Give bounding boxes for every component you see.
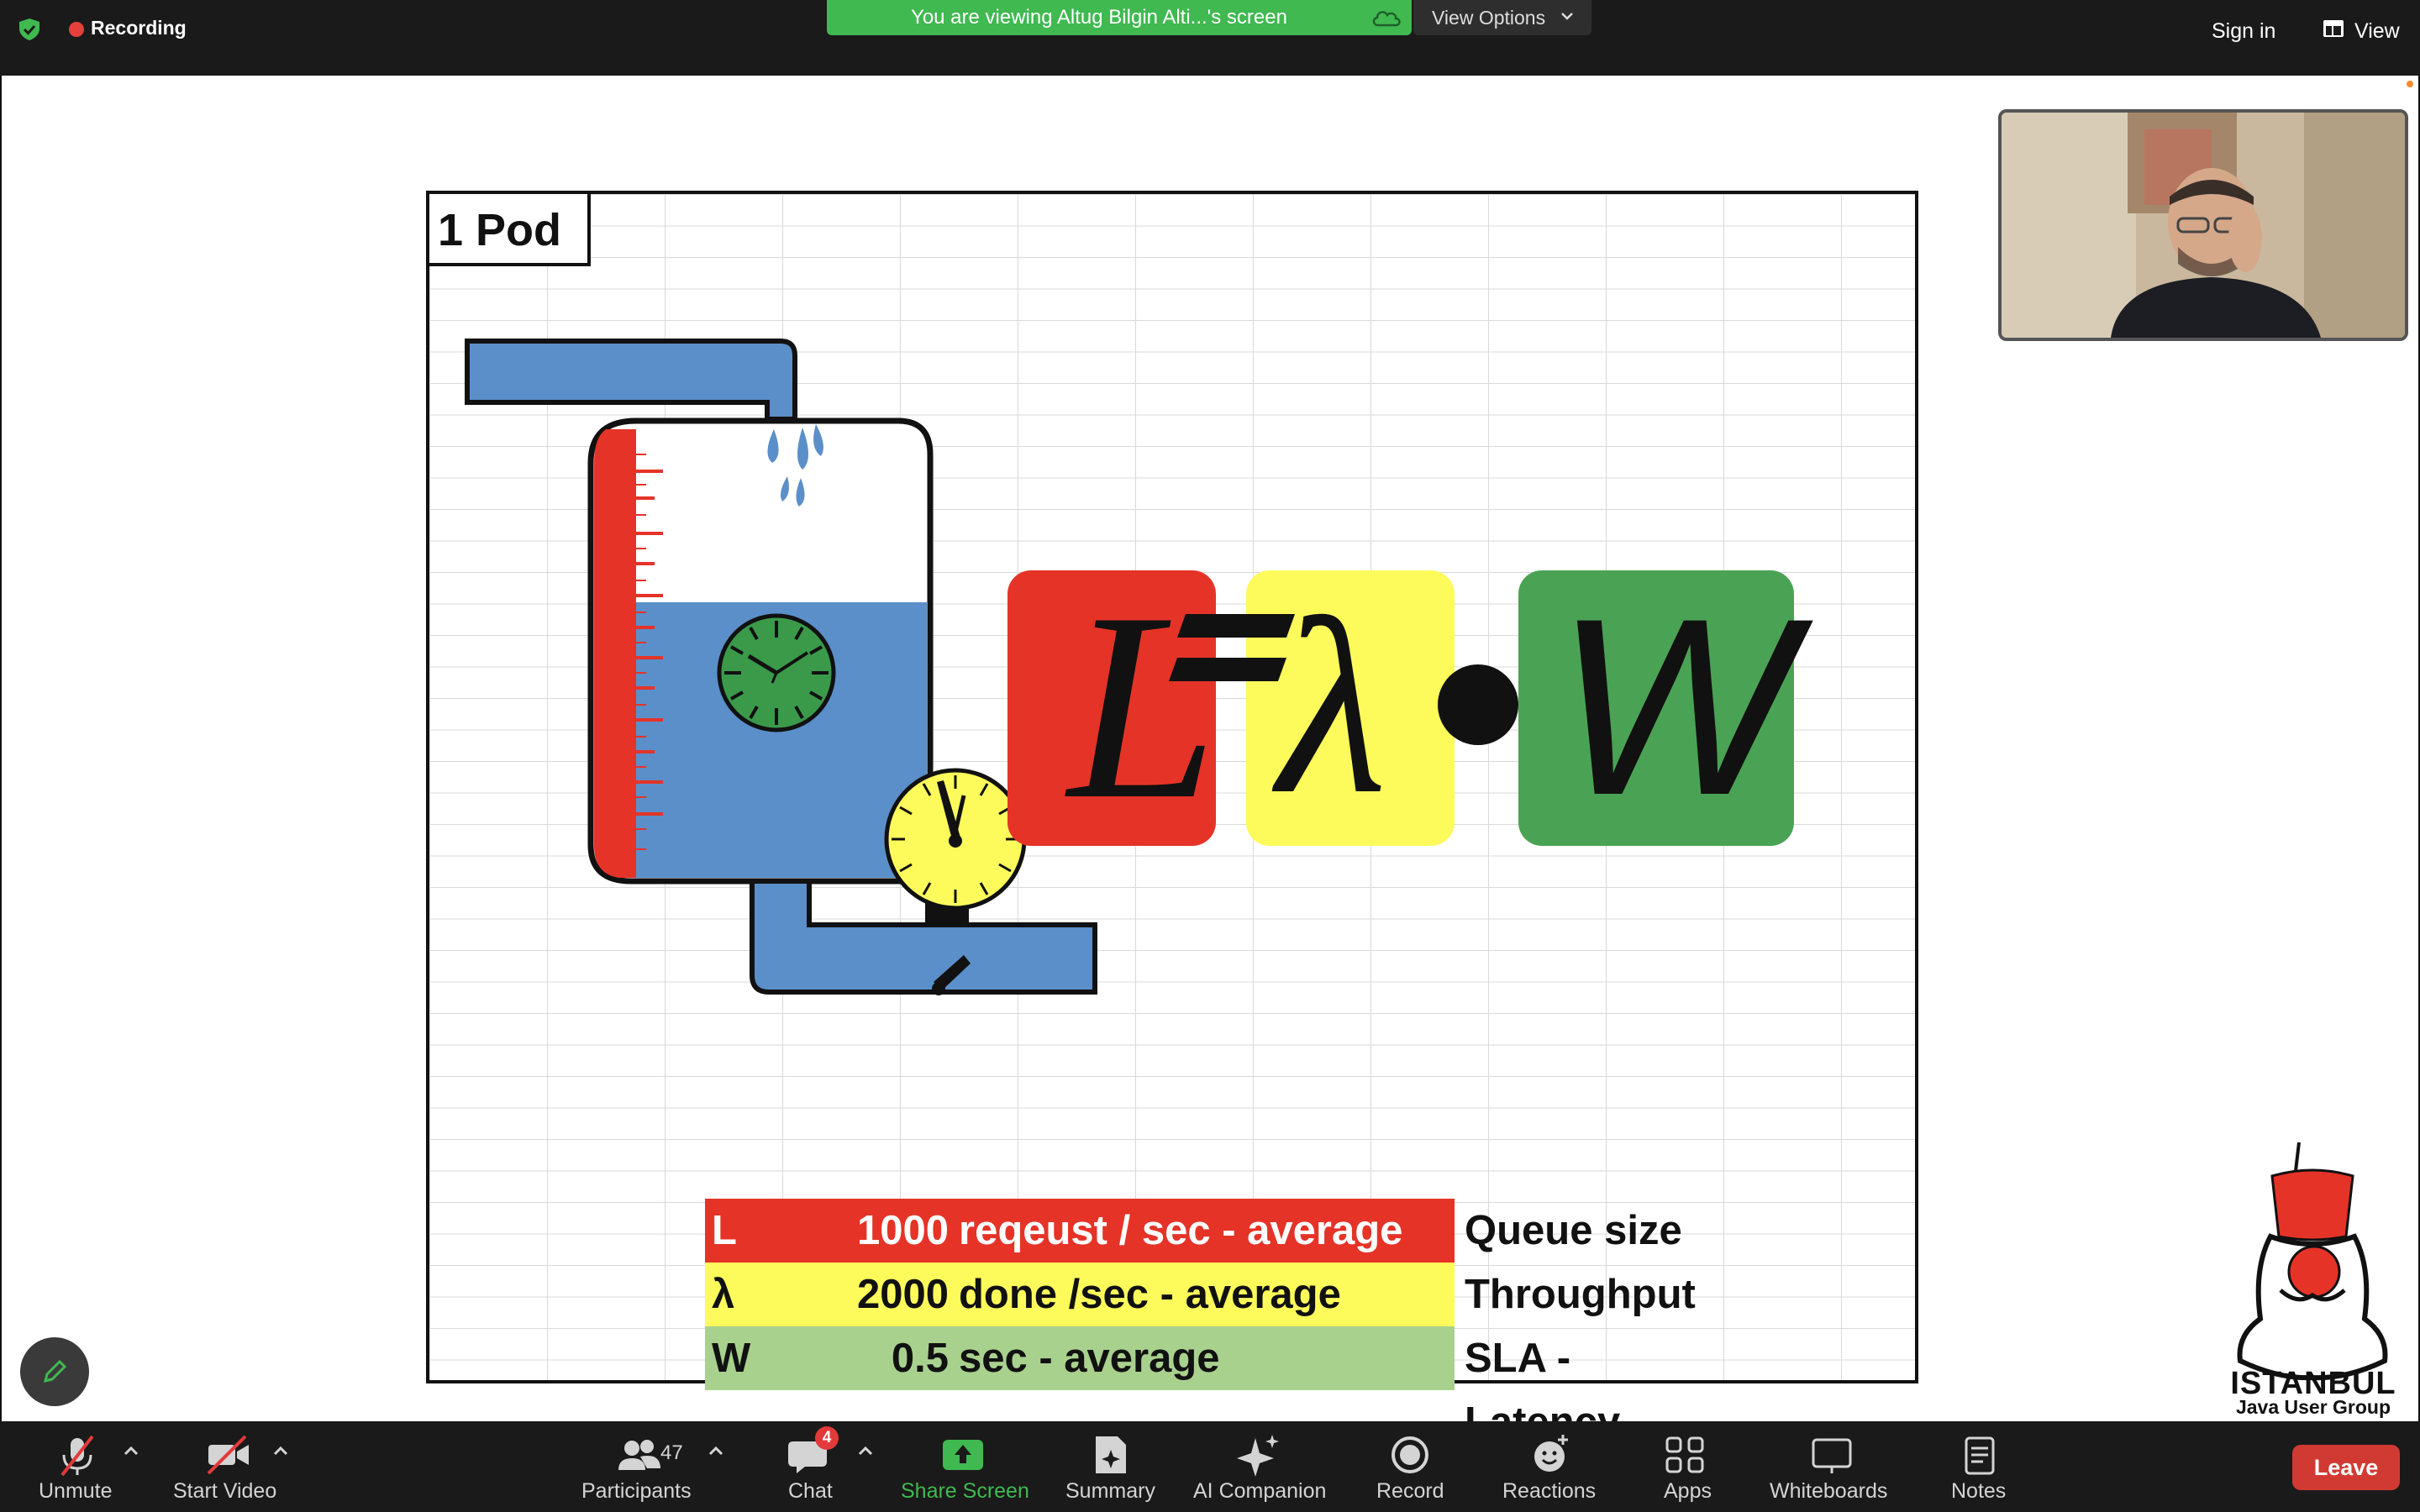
camera-indicator-dot: [2407, 81, 2413, 87]
view-options-button[interactable]: View Options: [1413, 0, 1591, 35]
legend-row-l: L 1000 reqeust / sec - average Queue siz…: [705, 1199, 1686, 1263]
legend-meaning: Queue size: [1465, 1208, 1682, 1253]
legend-number: 2000: [856, 1272, 949, 1317]
start-video-button[interactable]: Start Video: [168, 1421, 289, 1512]
start-video-label: Start Video: [173, 1479, 277, 1503]
summary-button[interactable]: Summary: [1062, 1421, 1158, 1512]
record-label: Record: [1376, 1479, 1444, 1503]
ai-companion-label: AI Companion: [1193, 1479, 1327, 1503]
shared-screen-area: 1 Pod L λ W L 1000 reqeust / sec - avera…: [0, 76, 2420, 1445]
ai-sparkle-icon: [1237, 1435, 1279, 1477]
legend-number: 1000: [856, 1208, 949, 1253]
multiplication-dot-icon: [1438, 664, 1518, 745]
share-screen-button[interactable]: Share Screen: [899, 1421, 1029, 1512]
viewing-screen-banner: You are viewing Altug Bilgin Alti...'s s…: [827, 0, 1412, 35]
participants-button[interactable]: 47 Participants: [576, 1421, 699, 1512]
chat-button[interactable]: 4 Chat: [781, 1421, 840, 1512]
notes-button[interactable]: Notes: [1941, 1421, 2017, 1512]
legend-description: sec - average: [959, 1336, 1220, 1381]
unmute-label: Unmute: [39, 1479, 113, 1503]
record-button[interactable]: Record: [1368, 1421, 1452, 1512]
unmute-button[interactable]: Unmute: [25, 1421, 129, 1512]
participant-video-image: [2002, 113, 2405, 338]
notes-label: Notes: [1951, 1479, 2007, 1503]
participant-video-tile[interactable]: [1998, 109, 2408, 341]
equals-sign-icon: [1169, 614, 1295, 681]
recording-label[interactable]: Recording: [91, 15, 187, 40]
summary-label: Summary: [1065, 1479, 1155, 1503]
participants-icon: [618, 1440, 660, 1470]
legend-description: done /sec - average: [959, 1272, 1341, 1317]
legend-row-w: W 0.5 sec - average SLA - Latency: [705, 1326, 1686, 1445]
chat-options-caret-icon[interactable]: [857, 1445, 874, 1457]
legend-symbol: L: [712, 1208, 737, 1253]
whiteboards-button[interactable]: Whiteboards: [1768, 1421, 1896, 1512]
summary-icon: [1096, 1436, 1126, 1473]
chat-unread-badge: 4: [815, 1426, 839, 1450]
view-button[interactable]: View: [2354, 17, 2400, 45]
annotate-button[interactable]: [20, 1337, 89, 1406]
legend-symbol: W: [712, 1336, 751, 1381]
apps-label: Apps: [1664, 1479, 1712, 1503]
legend-meaning: Throughput: [1465, 1272, 1696, 1317]
cloud-icon: [1372, 11, 1401, 27]
participants-options-caret-icon[interactable]: [708, 1445, 724, 1457]
pod-label: 1 Pod: [429, 194, 591, 266]
chevron-down-icon: [1561, 13, 1573, 20]
notes-icon: [1965, 1436, 1995, 1475]
leave-button[interactable]: Leave: [2292, 1445, 2400, 1490]
share-screen-label: Share Screen: [901, 1479, 1029, 1503]
participants-label: Participants: [581, 1479, 692, 1503]
video-options-caret-icon[interactable]: [272, 1445, 289, 1457]
reactions-button[interactable]: Reactions: [1501, 1421, 1602, 1512]
legend-description: reqeust / sec - average: [959, 1208, 1403, 1253]
record-icon: [1392, 1436, 1428, 1473]
recording-dot-icon: [69, 22, 84, 37]
equation-lambda-symbol: λ: [1278, 567, 1387, 846]
chat-label: Chat: [788, 1479, 833, 1503]
participants-count: 47: [660, 1441, 683, 1464]
grid-view-icon[interactable]: [2323, 18, 2344, 39]
microphone-muted-icon: [60, 1435, 94, 1477]
top-bar: Recording You are viewing Altug Bilgin A…: [0, 0, 2420, 76]
audio-options-caret-icon[interactable]: [123, 1445, 139, 1457]
legend-row-lambda: λ 2000 done /sec - average Throughput: [705, 1263, 1696, 1326]
reactions-label: Reactions: [1502, 1479, 1597, 1503]
pencil-icon: [43, 1359, 67, 1383]
sign-in-link[interactable]: Sign in: [2212, 17, 2275, 45]
view-options-label: View Options: [1432, 7, 1546, 29]
apps-button[interactable]: Apps: [1652, 1421, 1719, 1512]
zoom-meeting-window: Recording You are viewing Altug Bilgin A…: [0, 0, 2420, 1512]
apps-icon: [1665, 1436, 1704, 1473]
equation-w-symbol: W: [1555, 565, 1794, 848]
reactions-smiley-icon: [1534, 1435, 1568, 1472]
logo-subtitle: Java User Group: [2235, 1396, 2391, 1418]
share-screen-icon: [943, 1440, 983, 1470]
video-camera-off-icon: [207, 1435, 249, 1475]
meeting-toolbar: Unmute Start Video 47 Participants 4 Cha…: [0, 1421, 2420, 1512]
legend-meaning: SLA - Latency: [1465, 1336, 1620, 1445]
ai-companion-button[interactable]: AI Companion: [1190, 1421, 1328, 1512]
whiteboards-label: Whiteboards: [1770, 1479, 1888, 1503]
legend-symbol: λ: [712, 1272, 735, 1317]
legend-number: 0.5: [891, 1336, 949, 1381]
security-shield-icon[interactable]: [17, 17, 42, 42]
presentation-slide: 1 Pod L λ W L 1000 reqeust / sec - avera…: [426, 191, 1918, 1445]
whiteboard-icon: [1812, 1438, 1852, 1473]
viewing-screen-text: You are viewing Altug Bilgin Alti...'s s…: [911, 6, 1287, 29]
